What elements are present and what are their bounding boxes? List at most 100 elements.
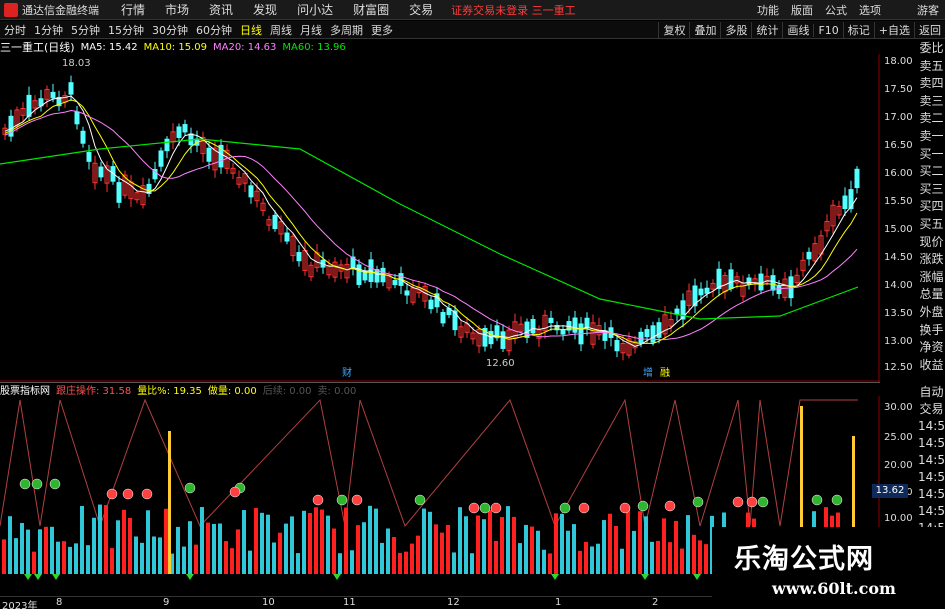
period-tab[interactable]: 分时 bbox=[0, 22, 30, 38]
volume-bar bbox=[404, 551, 408, 574]
quote-row[interactable]: 净资 bbox=[918, 339, 945, 357]
quote-row[interactable]: 总量 bbox=[918, 286, 945, 304]
buy-dot bbox=[49, 478, 61, 490]
period-tab[interactable]: 月线 bbox=[296, 22, 326, 38]
menu-formula[interactable]: 公式 bbox=[819, 2, 853, 18]
volume-bar bbox=[488, 509, 492, 574]
period-tab[interactable]: 更多 bbox=[367, 22, 397, 38]
menu-market[interactable]: 行情 bbox=[111, 1, 155, 18]
sell-dot bbox=[122, 488, 134, 500]
trade-label[interactable]: 交易 bbox=[918, 401, 945, 418]
menu-news[interactable]: 资讯 bbox=[199, 1, 243, 18]
quote-row[interactable]: 委比 bbox=[918, 40, 945, 58]
buy-dot bbox=[757, 496, 769, 508]
tool-button[interactable]: 返回 bbox=[914, 22, 945, 38]
volume-bar bbox=[584, 541, 588, 574]
quote-row[interactable]: 买四 bbox=[918, 198, 945, 216]
volume-bar bbox=[140, 542, 144, 574]
buy-dot bbox=[19, 478, 31, 490]
time-row: 14:50 bbox=[918, 419, 945, 433]
menu-guest[interactable]: 游客 bbox=[911, 2, 945, 18]
volume-bar bbox=[476, 515, 480, 574]
login-warning: 证券交易未登录 三一重工 bbox=[451, 3, 576, 17]
auto-trade[interactable]: 自动 bbox=[918, 384, 945, 401]
quote-row[interactable]: 卖三 bbox=[918, 93, 945, 111]
tool-button[interactable]: 统计 bbox=[751, 22, 782, 38]
volume-bar bbox=[248, 550, 252, 574]
candle bbox=[356, 264, 362, 285]
volume-bar bbox=[74, 543, 78, 574]
volume-bar bbox=[50, 526, 54, 574]
quote-row[interactable]: 现价 bbox=[918, 234, 945, 252]
volume-bar bbox=[260, 512, 264, 574]
quote-row[interactable]: 买三 bbox=[918, 181, 945, 199]
quote-row[interactable]: 买二 bbox=[918, 163, 945, 181]
period-tab[interactable]: 周线 bbox=[266, 22, 296, 38]
period-tab-active[interactable]: 日线 bbox=[236, 22, 266, 38]
period-tab[interactable]: 5分钟 bbox=[67, 22, 104, 38]
sell-dot bbox=[664, 500, 676, 512]
tool-button[interactable]: 复权 bbox=[658, 22, 689, 38]
stock-title[interactable]: 三一重工(日线) bbox=[0, 39, 75, 55]
tool-button[interactable]: 多股 bbox=[720, 22, 751, 38]
period-tab[interactable]: 60分钟 bbox=[192, 22, 236, 38]
volume-bar bbox=[14, 538, 18, 574]
quote-row[interactable]: 卖一 bbox=[918, 128, 945, 146]
menu-layout[interactable]: 版面 bbox=[785, 2, 819, 18]
volume-bar bbox=[554, 513, 558, 574]
menu-wealth[interactable]: 财富圈 bbox=[343, 1, 399, 18]
quote-row[interactable]: 外盘 bbox=[918, 304, 945, 322]
quote-row[interactable]: 买一 bbox=[918, 146, 945, 164]
volume-bar bbox=[134, 536, 138, 574]
menu-function[interactable]: 功能 bbox=[751, 2, 785, 18]
tool-button[interactable]: 画线 bbox=[782, 22, 813, 38]
quote-row[interactable]: 卖五 bbox=[918, 58, 945, 76]
candle bbox=[548, 317, 554, 324]
price-tick: 15.50 bbox=[884, 196, 913, 207]
volume-bar bbox=[614, 525, 618, 574]
ind-tick: 20.00 bbox=[884, 460, 913, 471]
watermark: 乐淘公式网 www.60lt.com bbox=[712, 527, 945, 609]
tool-button[interactable]: 叠加 bbox=[689, 22, 720, 38]
menu-discover[interactable]: 发现 bbox=[243, 1, 287, 18]
volume-bar bbox=[530, 526, 534, 574]
low-mark: 12.60 bbox=[486, 358, 515, 369]
period-tab[interactable]: 15分钟 bbox=[104, 22, 148, 38]
menu-options[interactable]: 选项 bbox=[853, 2, 887, 18]
volume-bar bbox=[506, 506, 510, 574]
candlestick-chart[interactable]: 18.03 12.60 财 增 融 bbox=[0, 54, 880, 382]
volume-bar bbox=[290, 516, 294, 574]
quote-row[interactable]: 收益 bbox=[918, 357, 945, 375]
quote-row[interactable]: 涨幅 bbox=[918, 269, 945, 287]
candle bbox=[80, 130, 86, 144]
period-tab[interactable]: 1分钟 bbox=[30, 22, 67, 38]
candle bbox=[746, 277, 752, 285]
quote-row[interactable]: 涨跌 bbox=[918, 251, 945, 269]
date-tick: 2023年 bbox=[2, 601, 38, 609]
volume-bar bbox=[362, 522, 366, 574]
tool-button[interactable]: +自选 bbox=[873, 22, 914, 38]
volume-bar bbox=[608, 513, 612, 574]
quote-row[interactable]: 买五 bbox=[918, 216, 945, 234]
period-tab[interactable]: 多周期 bbox=[326, 22, 367, 38]
candle bbox=[698, 288, 704, 296]
price-tick: 13.00 bbox=[884, 336, 913, 347]
tool-button[interactable]: 标记 bbox=[842, 22, 874, 38]
volume-bar bbox=[482, 519, 486, 574]
tool-button[interactable]: F10 bbox=[813, 23, 842, 37]
volume-bar bbox=[338, 553, 342, 574]
indicator-name[interactable]: 股票指标网 bbox=[0, 382, 50, 397]
ma-info-bar: 三一重工(日线) MA5: 15.42 MA10: 15.09 MA20: 14… bbox=[0, 40, 880, 54]
period-tab[interactable]: 30分钟 bbox=[148, 22, 192, 38]
volume-bar bbox=[626, 509, 630, 574]
volume-bar bbox=[20, 523, 24, 574]
quote-row[interactable]: 换手 bbox=[918, 322, 945, 340]
menu-ask[interactable]: 问小达 bbox=[287, 1, 343, 18]
sell-dot bbox=[490, 502, 502, 514]
volume-bar bbox=[344, 507, 348, 574]
quote-row[interactable]: 卖四 bbox=[918, 75, 945, 93]
quote-row[interactable]: 卖二 bbox=[918, 110, 945, 128]
volume-bar bbox=[38, 529, 42, 574]
menu-trade[interactable]: 交易 bbox=[399, 1, 443, 18]
menu-exchange[interactable]: 市场 bbox=[155, 1, 199, 18]
